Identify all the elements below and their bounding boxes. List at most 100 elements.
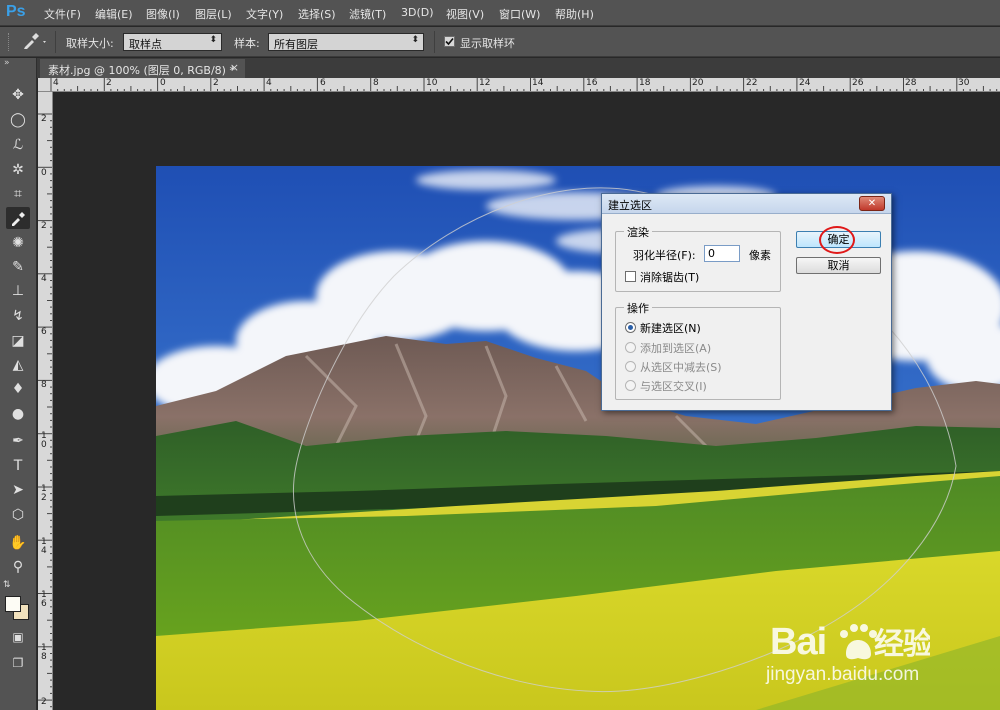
menu-type[interactable]: 文字(Y) bbox=[246, 6, 283, 22]
ruler-label: 10 bbox=[426, 78, 438, 88]
type-tool-icon[interactable]: T bbox=[6, 455, 30, 477]
document-tab-title: 素材.jpg @ 100% (图层 0, RGB/8) * bbox=[48, 64, 235, 77]
eraser-tool-icon[interactable]: ◪ bbox=[6, 330, 30, 352]
menu-file[interactable]: 文件(F) bbox=[44, 6, 81, 22]
show-sampling-ring-label: 显示取样环 bbox=[460, 37, 515, 50]
menu-help[interactable]: 帮助(H) bbox=[555, 6, 594, 22]
ruler-label: 6 bbox=[41, 327, 47, 337]
ruler-label: 20 bbox=[692, 78, 704, 88]
eyedropper-preset-icon[interactable] bbox=[20, 31, 48, 54]
new-selection-radio[interactable] bbox=[625, 322, 636, 333]
move-tool-icon[interactable]: ✥ bbox=[6, 84, 30, 106]
quick-mask-icon[interactable]: ▣ bbox=[6, 626, 30, 648]
marquee-tool-icon[interactable]: ◯ bbox=[6, 109, 30, 131]
close-tab-icon[interactable]: × bbox=[230, 61, 239, 74]
menu-view[interactable]: 视图(V) bbox=[446, 6, 484, 22]
path-selection-tool-icon[interactable]: ➤ bbox=[6, 479, 30, 501]
menu-window[interactable]: 窗口(W) bbox=[499, 6, 540, 22]
feather-radius-label: 羽化半径(F): bbox=[633, 249, 696, 262]
lasso-tool-icon[interactable]: ℒ bbox=[6, 134, 30, 156]
anti-alias-label: 消除锯齿(T) bbox=[640, 271, 700, 284]
ruler-label: 1 4 bbox=[41, 537, 47, 556]
tools-panel: » ✥ ◯ ℒ ✲ ⌗ ✺ ✎ ⊥ ↯ ◪ ◭ ♦ ● ✒ T ➤ ⬡ ✋ ⚲ … bbox=[0, 58, 37, 710]
brush-tool-icon[interactable]: ✎ bbox=[6, 256, 30, 278]
show-sampling-ring-checkbox[interactable] bbox=[444, 36, 455, 47]
menu-edit[interactable]: 编辑(E) bbox=[95, 6, 133, 22]
zoom-tool-icon[interactable]: ⚲ bbox=[6, 556, 30, 578]
ruler-label: 16 bbox=[586, 78, 598, 88]
feather-radius-input[interactable] bbox=[704, 245, 740, 262]
ruler-label: 2 bbox=[41, 697, 47, 707]
dialog-title: 建立选区 bbox=[608, 199, 652, 212]
ruler-label: 2 bbox=[106, 78, 112, 88]
eyedropper-tool-icon[interactable] bbox=[6, 207, 30, 229]
sample-size-value: 取样点 bbox=[129, 38, 162, 51]
screen-mode-icon[interactable]: ❐ bbox=[6, 652, 30, 674]
clone-stamp-tool-icon[interactable]: ⊥ bbox=[6, 280, 30, 302]
sample-dropdown[interactable]: 所有图层 ⬍ bbox=[268, 33, 424, 51]
dialog-titlebar[interactable]: 建立选区 ✕ bbox=[602, 194, 891, 214]
sample-size-dropdown[interactable]: 取样点 ⬍ bbox=[123, 33, 222, 51]
subtract-from-selection-radio[interactable] bbox=[625, 361, 636, 372]
ruler-label: 4 bbox=[41, 274, 47, 284]
photoshop-logo: Ps bbox=[6, 3, 26, 20]
swap-colors-icon[interactable]: ⇅ bbox=[3, 580, 11, 590]
ruler-label: 12 bbox=[479, 78, 491, 88]
menu-filter[interactable]: 滤镜(T) bbox=[349, 6, 386, 22]
options-separator bbox=[434, 31, 435, 53]
ruler-label: 6 bbox=[320, 78, 326, 88]
paint-bucket-tool-icon[interactable]: ◭ bbox=[6, 354, 30, 376]
new-selection-label: 新建选区(N) bbox=[640, 322, 701, 335]
add-to-selection-radio[interactable] bbox=[625, 342, 636, 353]
sample-size-label: 取样大小: bbox=[66, 37, 114, 50]
ruler-label: 24 bbox=[799, 78, 811, 88]
menu-image[interactable]: 图像(I) bbox=[146, 6, 180, 22]
options-separator bbox=[55, 31, 56, 53]
menu-3d[interactable]: 3D(D) bbox=[401, 6, 434, 19]
ruler-label: 4 bbox=[53, 78, 59, 88]
document-tab[interactable]: 素材.jpg @ 100% (图层 0, RGB/8) * × bbox=[40, 59, 245, 78]
menu-layer[interactable]: 图层(L) bbox=[195, 6, 232, 22]
ruler-label: 2 bbox=[213, 78, 219, 88]
dodge-tool-icon[interactable]: ● bbox=[6, 403, 30, 425]
paw-icon: Bai 经验 bbox=[770, 621, 934, 663]
ruler-ticks bbox=[38, 113, 52, 708]
ruler-label: 2 bbox=[41, 221, 47, 231]
subtract-from-selection-label: 从选区中减去(S) bbox=[640, 361, 722, 374]
add-to-selection-label: 添加到选区(A) bbox=[640, 342, 712, 355]
blur-tool-icon[interactable]: ♦ bbox=[6, 378, 30, 400]
svg-text:经验: 经验 bbox=[874, 627, 930, 662]
magic-wand-tool-icon[interactable]: ✲ bbox=[6, 159, 30, 181]
anti-alias-checkbox[interactable] bbox=[625, 271, 636, 282]
menu-select[interactable]: 选择(S) bbox=[298, 6, 336, 22]
ruler-label: 1 2 bbox=[41, 484, 47, 503]
options-bar-grip bbox=[8, 33, 13, 51]
hand-tool-icon[interactable]: ✋ bbox=[6, 532, 30, 554]
render-group-title: 渲染 bbox=[624, 224, 652, 240]
foreground-color-swatch[interactable] bbox=[5, 596, 21, 612]
shape-tool-icon[interactable]: ⬡ bbox=[6, 504, 30, 526]
cancel-button[interactable]: 取消 bbox=[796, 257, 881, 274]
crop-tool-icon[interactable]: ⌗ bbox=[6, 183, 30, 205]
make-selection-dialog: 建立选区 ✕ 渲染 羽化半径(F): 像素 消除锯齿(T) 操作 新建选区(N)… bbox=[601, 193, 892, 411]
ruler-label: 28 bbox=[905, 78, 917, 88]
ruler-label: 1 0 bbox=[41, 431, 47, 450]
ruler-label: 1 6 bbox=[41, 590, 47, 609]
ruler-label: 14 bbox=[532, 78, 544, 88]
operation-group: 操作 新建选区(N) 添加到选区(A) 从选区中减去(S) 与选区交叉(I) bbox=[615, 300, 781, 400]
intersect-selection-radio[interactable] bbox=[625, 380, 636, 391]
ruler-label: 30 bbox=[958, 78, 970, 88]
ruler-label: 0 bbox=[160, 78, 166, 88]
options-bar: 取样大小: 取样点 ⬍ 样本: 所有图层 ⬍ 显示取样环 bbox=[0, 27, 1000, 57]
ruler-label: 4 bbox=[266, 78, 272, 88]
collapse-panel-icon[interactable]: » bbox=[4, 58, 10, 68]
vertical-ruler: 2 0 2 4 6 8 1 0 1 2 1 4 1 6 1 8 2 bbox=[38, 92, 53, 710]
close-icon[interactable]: ✕ bbox=[859, 196, 885, 211]
ok-button[interactable]: 确定 bbox=[796, 231, 881, 248]
baidu-jingyan-watermark-url: jingyan.baidu.com bbox=[766, 664, 920, 685]
healing-brush-tool-icon[interactable]: ✺ bbox=[6, 232, 30, 254]
ruler-label: 8 bbox=[41, 380, 47, 390]
pen-tool-icon[interactable]: ✒ bbox=[6, 430, 30, 452]
sample-value: 所有图层 bbox=[274, 38, 318, 51]
history-brush-tool-icon[interactable]: ↯ bbox=[6, 305, 30, 327]
